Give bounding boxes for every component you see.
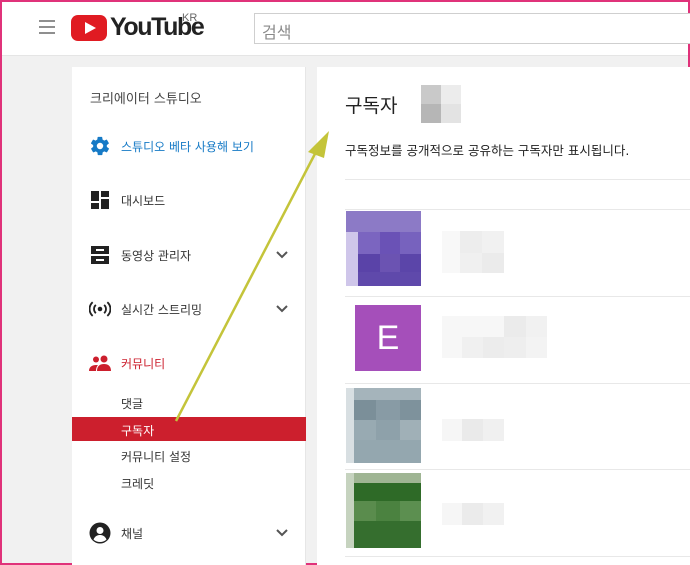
annotation-arrow [174,131,329,422]
